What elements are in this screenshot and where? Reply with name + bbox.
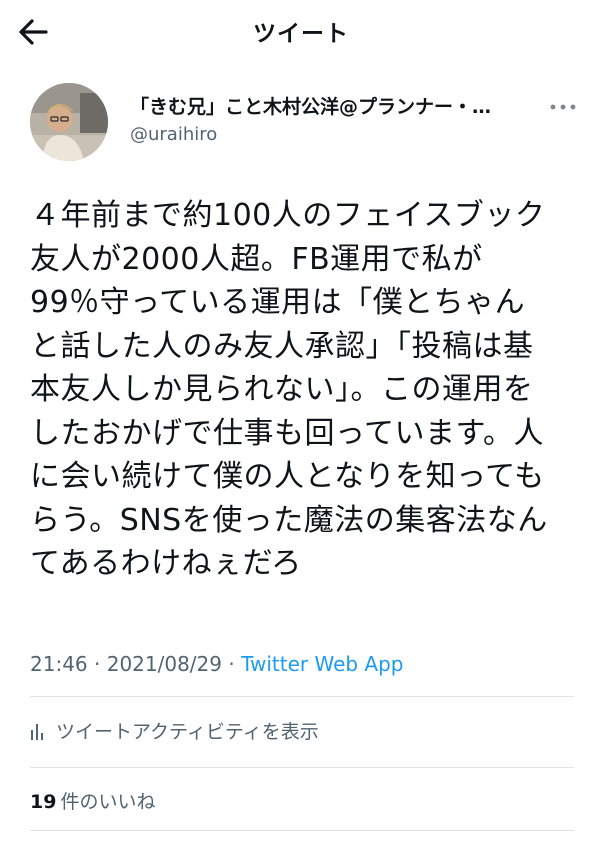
tweet-source-link[interactable]: Twitter Web App — [241, 652, 403, 676]
bar-chart-icon — [31, 724, 43, 740]
page-title: ツイート — [253, 21, 349, 47]
tweet-text: ４年前まで約100人のフェイスブック 友人が2000人超。FB運用で私が 99％… — [30, 194, 575, 586]
author-handle[interactable]: @uraihiro — [130, 124, 217, 145]
more-options-icon[interactable] — [548, 96, 578, 118]
meta-separator: · — [87, 652, 107, 676]
tweet-text-line: 友人が2000人超。FB運用で私が — [30, 241, 483, 277]
divider — [30, 767, 574, 768]
likes-count-link[interactable]: 19 件のいいね — [30, 787, 155, 814]
tweet-text-line: と話した人のみ友人承認」「投稿は基 — [30, 328, 534, 364]
tweet-activity-button[interactable]: ツイートアクティビティを表示 — [30, 717, 319, 747]
tweet-text-line: に会い続けて僕の人となりを知っても — [30, 459, 545, 494]
author-display-name[interactable]: 「きむ兄」こと木村公洋@プランナー・… — [130, 92, 550, 119]
avatar[interactable] — [30, 83, 108, 161]
tweet-text-line: らう。SNSを使った魔法の集客法なん — [30, 502, 548, 538]
tweet-text-line: ４年前まで約100人のフェイスブック — [30, 198, 546, 233]
likes-count: 19 — [30, 791, 57, 813]
tweet-time[interactable]: 21:46 — [30, 652, 88, 676]
divider — [30, 830, 574, 831]
tweet-date[interactable]: 2021/08/29 — [107, 652, 222, 676]
divider — [30, 696, 574, 697]
tweet-metadata: 21:46 · 2021/08/29 · Twitter Web App — [30, 652, 404, 676]
likes-label: 件のいいね — [60, 791, 156, 813]
tweet-text-line: てあるわけねぇだろ — [30, 546, 302, 581]
meta-separator: · — [222, 652, 242, 676]
top-bar: ツイート — [0, 0, 602, 64]
tweet-text-line: したおかげで仕事も回っています。人 — [30, 415, 544, 451]
tweet-activity-label: ツイートアクティビティを表示 — [56, 721, 319, 743]
tweet-text-line: 99％守っている運用は「僕とちゃん — [30, 285, 526, 320]
tweet-text-line: 本友人しか見られない」。この運用を — [30, 372, 534, 407]
